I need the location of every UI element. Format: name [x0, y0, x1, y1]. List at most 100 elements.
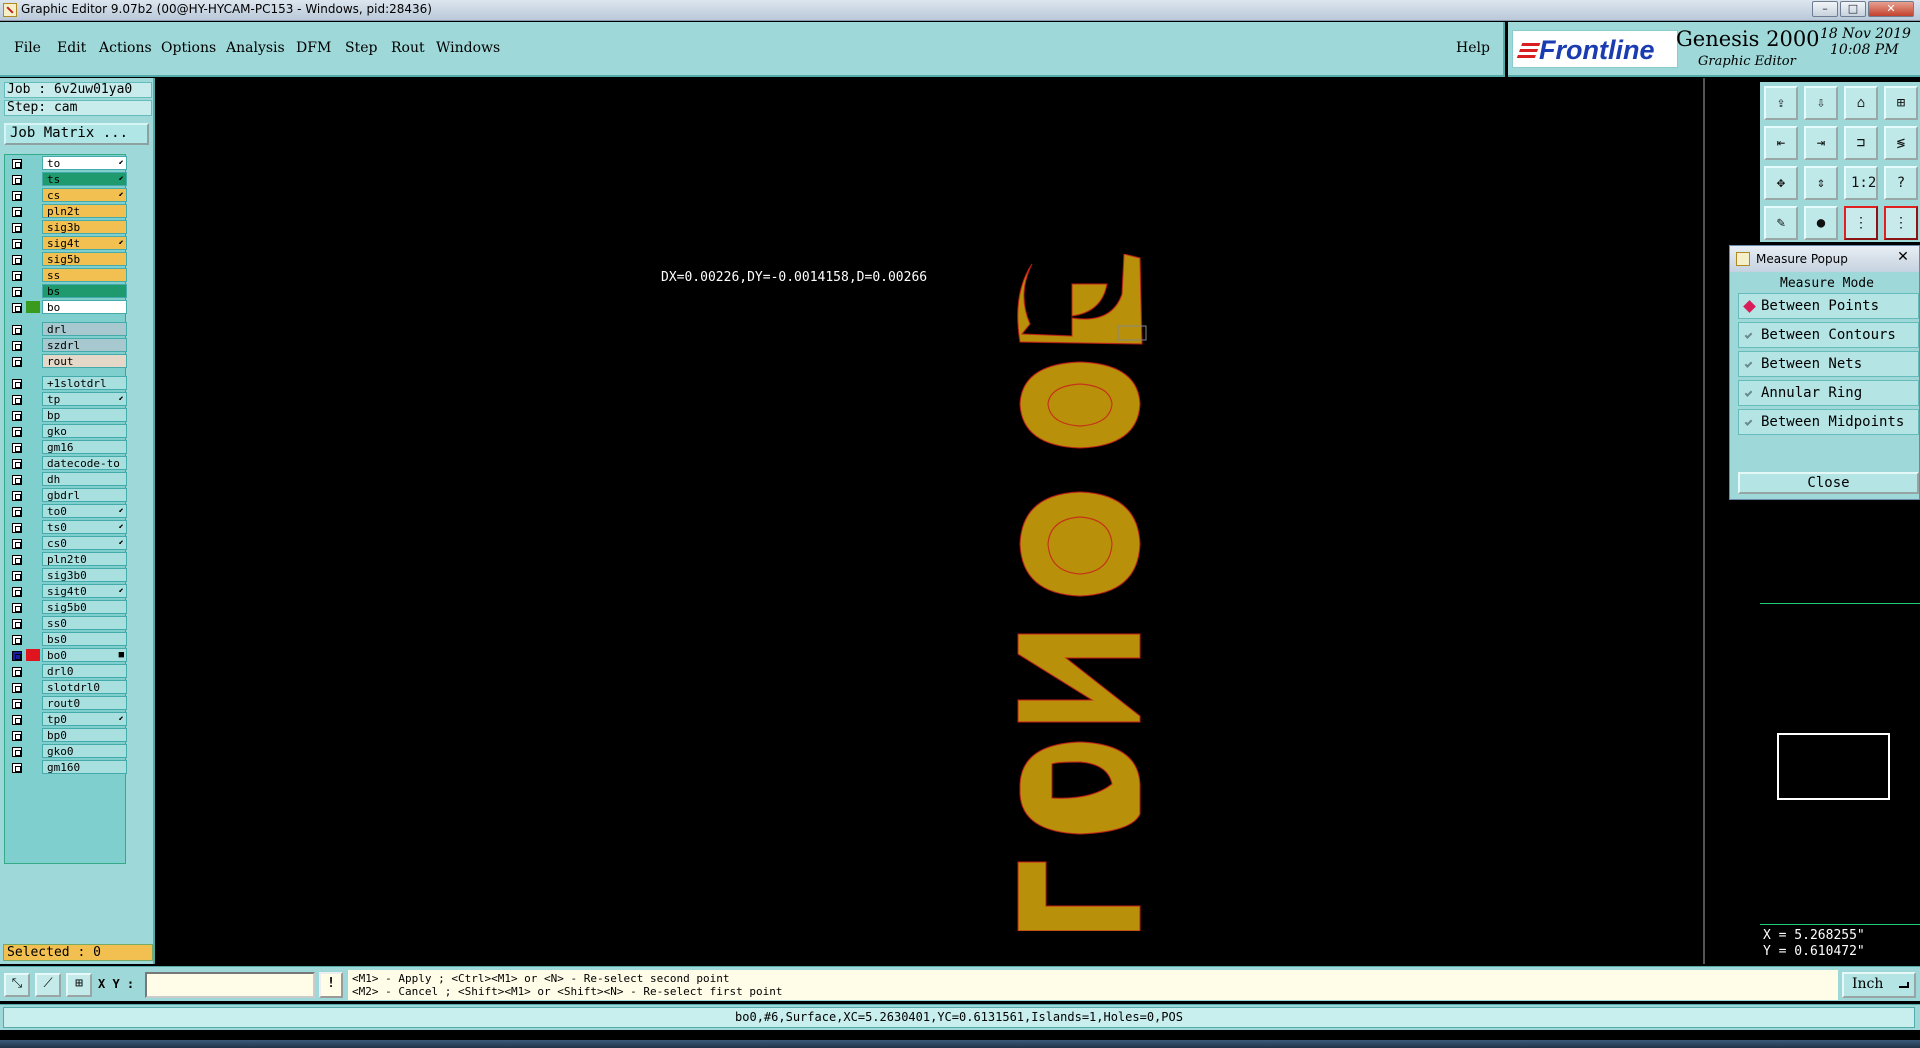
- layer-row[interactable]: drl: [5, 322, 127, 336]
- layer-name[interactable]: dh: [42, 472, 127, 486]
- layer-row[interactable]: cs ⬋: [5, 188, 127, 202]
- layer-name[interactable]: pln2t0: [42, 552, 127, 566]
- scale-tool[interactable]: 1:2: [1844, 166, 1878, 200]
- layer-row[interactable]: ts ⬋: [5, 172, 127, 186]
- layer-checkbox[interactable]: [12, 587, 22, 597]
- pan-left-tool[interactable]: ⇤: [1764, 126, 1798, 160]
- menu-rout[interactable]: Rout: [391, 40, 425, 56]
- overview-map[interactable]: [1760, 603, 1920, 923]
- layer-row[interactable]: pln2t0: [5, 552, 127, 566]
- menu-step[interactable]: Step: [345, 40, 377, 56]
- info-button[interactable]: !: [319, 972, 343, 998]
- layer-row[interactable]: gbdrl: [5, 488, 127, 502]
- layer-checkbox[interactable]: [12, 303, 22, 313]
- menu-analysis[interactable]: Analysis: [226, 40, 285, 56]
- menu-actions[interactable]: Actions: [99, 40, 152, 56]
- layer-name[interactable]: ts: [42, 172, 127, 186]
- layer-row[interactable]: tp0 ⬋: [5, 712, 127, 726]
- layer-name[interactable]: slotdrl0: [42, 680, 127, 694]
- layer-row[interactable]: ts0 ⬋: [5, 520, 127, 534]
- job-matrix-button[interactable]: Job Matrix ...: [4, 123, 149, 145]
- layer-name[interactable]: ts0: [42, 520, 127, 534]
- layer-checkbox[interactable]: [12, 667, 22, 677]
- layer-name[interactable]: +1slotdrl: [42, 376, 127, 390]
- menu-file[interactable]: File: [14, 40, 41, 56]
- layer-name[interactable]: sig5b0: [42, 600, 127, 614]
- layer-name[interactable]: tp: [42, 392, 127, 406]
- xy-input[interactable]: [145, 972, 315, 998]
- layer-checkbox[interactable]: [12, 539, 22, 549]
- layer-checkbox[interactable]: [12, 175, 22, 185]
- open-layer-tool[interactable]: ⇪: [1764, 86, 1798, 120]
- layer-row[interactable]: slotdrl0: [5, 680, 127, 694]
- layer-name[interactable]: rout: [42, 354, 127, 368]
- layer-row[interactable]: dh: [5, 472, 127, 486]
- layer-checkbox[interactable]: [12, 507, 22, 517]
- mode-between-contours[interactable]: Between Contours: [1738, 322, 1919, 348]
- grid-icon[interactable]: ⊞: [66, 973, 92, 997]
- menu-windows[interactable]: Windows: [436, 40, 500, 56]
- layer-row[interactable]: gko: [5, 424, 127, 438]
- layer-checkbox[interactable]: [12, 207, 22, 217]
- layer-checkbox[interactable]: [12, 287, 22, 297]
- menu-help[interactable]: Help: [1456, 40, 1490, 56]
- minimize-button[interactable]: –: [1812, 1, 1838, 17]
- layer-checkbox[interactable]: [12, 619, 22, 629]
- layer-checkbox[interactable]: [12, 523, 22, 533]
- layer-row[interactable]: tp ⬋: [5, 392, 127, 406]
- layer-checkbox[interactable]: [12, 255, 22, 265]
- layer-row[interactable]: +1slotdrl: [5, 376, 127, 390]
- layer-checkbox[interactable]: [12, 699, 22, 709]
- layer-name[interactable]: szdrl: [42, 338, 127, 352]
- layer-name[interactable]: cs0: [42, 536, 127, 550]
- layer-checkbox[interactable]: [12, 443, 22, 453]
- save-tool[interactable]: ⇩: [1804, 86, 1838, 120]
- layer-row[interactable]: sig5b: [5, 252, 127, 266]
- unit-selector[interactable]: Inch: [1842, 972, 1916, 998]
- layer-name[interactable]: bs: [42, 284, 127, 298]
- home-tool[interactable]: ⌂: [1844, 86, 1878, 120]
- snap-tool[interactable]: ⊐: [1844, 126, 1878, 160]
- layer-row[interactable]: bo: [5, 300, 127, 314]
- graphic-canvas[interactable]: DX=0.00226,DY=-0.0014158,D=0.00266: [155, 78, 1705, 964]
- layer-checkbox[interactable]: [12, 411, 22, 421]
- layer-name[interactable]: to0: [42, 504, 127, 518]
- layer-row[interactable]: drl0: [5, 664, 127, 678]
- layer-checkbox[interactable]: [12, 491, 22, 501]
- layer-row[interactable]: bp0: [5, 728, 127, 742]
- layer-row[interactable]: gm16: [5, 440, 127, 454]
- layer-name[interactable]: bs0: [42, 632, 127, 646]
- layer-name[interactable]: drl: [42, 322, 127, 336]
- layer-checkbox[interactable]: [12, 223, 22, 233]
- layer-row[interactable]: rout0: [5, 696, 127, 710]
- layer-row[interactable]: sig3b0: [5, 568, 127, 582]
- layer-name[interactable]: gko: [42, 424, 127, 438]
- layer-name[interactable]: datecode-to: [42, 456, 127, 470]
- layer-checkbox[interactable]: [12, 571, 22, 581]
- layer-row[interactable]: ss: [5, 268, 127, 282]
- measure-icon[interactable]: ⟋: [35, 973, 61, 997]
- layer-name[interactable]: sig3b: [42, 220, 127, 234]
- mode-between-nets[interactable]: Between Nets: [1738, 351, 1919, 377]
- layer-row[interactable]: to0 ⬋: [5, 504, 127, 518]
- layer-name[interactable]: rout0: [42, 696, 127, 710]
- layer-tool[interactable]: ✎: [1764, 206, 1798, 240]
- mode-annular-ring[interactable]: Annular Ring: [1738, 380, 1919, 406]
- measure-close-button[interactable]: Close: [1738, 472, 1919, 494]
- layer-checkbox[interactable]: [12, 191, 22, 201]
- layer-checkbox[interactable]: [12, 427, 22, 437]
- layer-row[interactable]: bo0 ■: [5, 648, 127, 662]
- help-tool[interactable]: ?: [1884, 166, 1918, 200]
- layer-name[interactable]: sig4t0: [42, 584, 127, 598]
- layer-row[interactable]: pln2t: [5, 204, 127, 218]
- layer-name[interactable]: tp0: [42, 712, 127, 726]
- layer-checkbox[interactable]: [12, 239, 22, 249]
- layer-checkbox[interactable]: [12, 683, 22, 693]
- fit-tool[interactable]: ✥: [1764, 166, 1798, 200]
- layer-row[interactable]: szdrl: [5, 338, 127, 352]
- layer-name[interactable]: gbdrl: [42, 488, 127, 502]
- layer-row[interactable]: sig4t0 ⬋: [5, 584, 127, 598]
- layer-row[interactable]: bs0: [5, 632, 127, 646]
- layer-checkbox[interactable]: [12, 747, 22, 757]
- layer-name[interactable]: sig5b: [42, 252, 127, 266]
